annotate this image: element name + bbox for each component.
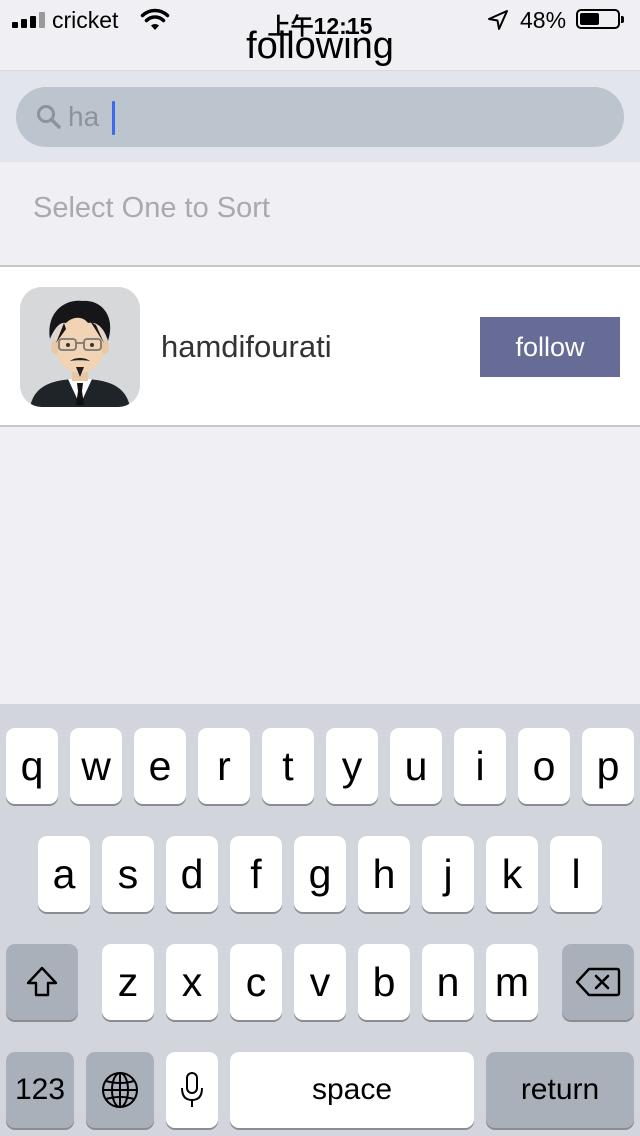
key-e[interactable]: e bbox=[134, 728, 186, 804]
search-bar bbox=[0, 70, 640, 162]
microphone-icon bbox=[181, 1072, 203, 1107]
follow-button[interactable]: follow bbox=[480, 317, 620, 377]
avatar bbox=[20, 287, 140, 407]
dictation-key[interactable] bbox=[166, 1052, 218, 1128]
key-w[interactable]: w bbox=[70, 728, 122, 804]
key-s[interactable]: s bbox=[102, 836, 154, 912]
key-d[interactable]: d bbox=[166, 836, 218, 912]
key-b[interactable]: b bbox=[358, 944, 410, 1020]
key-p[interactable]: p bbox=[582, 728, 634, 804]
key-g[interactable]: g bbox=[294, 836, 346, 912]
key-f[interactable]: f bbox=[230, 836, 282, 912]
key-l[interactable]: l bbox=[550, 836, 602, 912]
key-v[interactable]: v bbox=[294, 944, 346, 1020]
key-z[interactable]: z bbox=[102, 944, 154, 1020]
key-u[interactable]: u bbox=[390, 728, 442, 804]
key-x[interactable]: x bbox=[166, 944, 218, 1020]
globe-key[interactable] bbox=[86, 1052, 154, 1128]
key-o[interactable]: o bbox=[518, 728, 570, 804]
onscreen-keyboard: q w e r t y u i o p a s d f g h j k l z … bbox=[0, 704, 640, 1136]
globe-icon bbox=[102, 1072, 138, 1108]
key-i[interactable]: i bbox=[454, 728, 506, 804]
numbers-key[interactable]: 123 bbox=[6, 1052, 74, 1128]
key-m[interactable]: m bbox=[486, 944, 538, 1020]
search-icon bbox=[37, 105, 61, 129]
text-cursor bbox=[112, 101, 115, 135]
key-q[interactable]: q bbox=[6, 728, 58, 804]
backspace-icon bbox=[575, 967, 621, 997]
search-input[interactable] bbox=[68, 95, 598, 139]
delete-key[interactable] bbox=[562, 944, 634, 1020]
key-h[interactable]: h bbox=[358, 836, 410, 912]
key-k[interactable]: k bbox=[486, 836, 538, 912]
space-key[interactable]: space bbox=[230, 1052, 474, 1128]
key-j[interactable]: j bbox=[422, 836, 474, 912]
key-r[interactable]: r bbox=[198, 728, 250, 804]
search-field[interactable] bbox=[16, 87, 624, 147]
cartoon-man-avatar-icon bbox=[20, 287, 140, 407]
key-n[interactable]: n bbox=[422, 944, 474, 1020]
key-t[interactable]: t bbox=[262, 728, 314, 804]
page-title: following bbox=[246, 25, 394, 67]
user-list-item[interactable]: hamdifourati follow bbox=[0, 265, 640, 427]
return-key[interactable]: return bbox=[486, 1052, 634, 1128]
shift-icon bbox=[26, 966, 58, 997]
username-label: hamdifourati bbox=[161, 329, 332, 364]
key-c[interactable]: c bbox=[230, 944, 282, 1020]
sort-prompt-label: Select One to Sort bbox=[33, 192, 270, 224]
shift-key[interactable] bbox=[6, 944, 78, 1020]
key-y[interactable]: y bbox=[326, 728, 378, 804]
key-a[interactable]: a bbox=[38, 836, 90, 912]
